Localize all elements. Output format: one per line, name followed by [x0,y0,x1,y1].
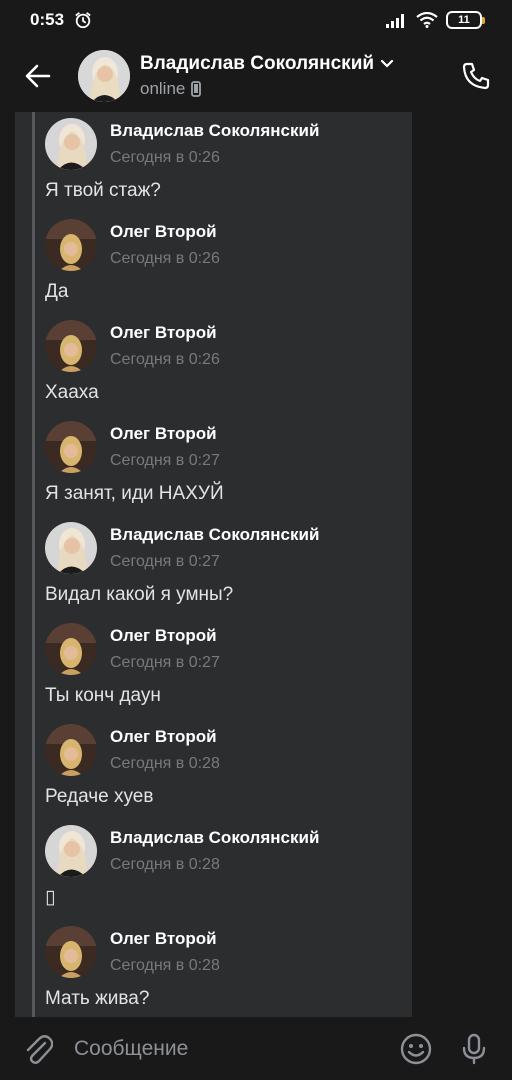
forwarded-message[interactable]: Олег Второй Сегодня в 0:27 Ты конч даун [15,617,412,718]
author-avatar[interactable] [45,118,97,170]
message-date: Сегодня в 0:26 [110,250,220,267]
back-arrow-icon [25,64,51,88]
voice-button[interactable] [454,1029,494,1069]
author-avatar[interactable] [45,623,97,675]
message-author[interactable]: Олег Второй [110,424,220,444]
message-text: Я твой стаж? [45,180,161,201]
message-date: Сегодня в 0:26 [110,149,220,166]
status-bar: 0:53 11 [0,0,512,40]
call-button[interactable] [458,58,494,94]
message-author[interactable]: Олег Второй [110,222,220,242]
paperclip-icon [26,1034,53,1064]
author-avatar[interactable] [45,522,97,574]
message-date: Сегодня в 0:28 [110,957,220,974]
attach-button[interactable] [18,1029,58,1069]
message-author[interactable]: Олег Второй [110,323,220,343]
message-text: Видал какой я умны? [45,584,234,605]
forwarded-message[interactable]: Олег Второй Сегодня в 0:28 Редаче хуев [15,718,412,819]
message-author[interactable]: Владислав Соколянский [110,121,319,141]
contact-avatar[interactable] [78,50,130,102]
message-text: Мать жива? [45,988,150,1009]
chat-header: Владислав Соколянский online [0,40,512,112]
message-input[interactable] [74,1026,396,1071]
battery-icon: 11 [446,11,485,29]
forwarded-message[interactable]: Олег Второй Сегодня в 0:27 Я занят, иди НА… [15,415,412,516]
back-button[interactable] [20,58,56,94]
mobile-icon [191,81,202,97]
message-date: Сегодня в 0:26 [110,351,220,368]
message-date: Сегодня в 0:28 [110,856,220,873]
message-text: Я занят, иди НАХУЙ [45,483,224,504]
author-avatar[interactable] [45,825,97,877]
author-avatar[interactable] [45,219,97,271]
contact-name-text: Владислав Соколянский [140,53,375,74]
message-author[interactable]: Владислав Соколянский [110,525,319,545]
message-author[interactable]: Олег Второй [110,727,220,747]
forwarded-message[interactable]: Олег Второй Сегодня в 0:26 Да [15,213,412,314]
message-date: Сегодня в 0:27 [110,452,220,469]
phone-icon [462,62,490,90]
microphone-icon [462,1033,486,1064]
contact-name[interactable]: Владислав Соколянский [140,53,458,75]
message-date: Сегодня в 0:27 [110,553,220,570]
message-date: Сегодня в 0:27 [110,654,220,671]
message-date: Сегодня в 0:28 [110,755,220,772]
battery-level: 11 [458,14,470,26]
smile-icon [400,1033,432,1064]
message-text: Редаче хуев [45,786,154,807]
wifi-icon [416,12,438,28]
forwarded-message[interactable]: Владислав Соколянский Сегодня в 0:27 Видал… [15,516,412,617]
author-avatar[interactable] [45,724,97,776]
status-time: 0:53 [30,10,65,29]
chevron-down-icon [380,59,394,68]
message-author[interactable]: Олег Второй [110,929,220,949]
author-avatar[interactable] [45,320,97,372]
alarm-icon [75,12,91,29]
author-avatar[interactable] [45,421,97,473]
forwarded-message[interactable]: Олег Второй Сегодня в 0:26 Хааха [15,314,412,415]
message-text: Ты конч даун [45,685,161,706]
forwarded-message[interactable]: Владислав Соколянский Сегодня в 0:26 Я тво… [15,112,412,213]
contact-status: online [140,79,186,98]
forwarded-message[interactable]: Олег Второй Сегодня в 0:28 Мать жива? [15,920,412,1017]
forwarded-message[interactable]: Владислав Соколянский Сегодня в 0:28 ▯ [15,819,412,920]
message-author[interactable]: Олег Второй [110,626,220,646]
composer [0,1017,512,1080]
signal-icon [386,14,404,28]
message-author[interactable]: Владислав Соколянский [110,828,319,848]
message-text: Да [45,281,69,302]
forwarded-messages[interactable]: Владислав Соколянский Сегодня в 0:26 Я тво… [15,112,412,1017]
message-text: ▯ [45,887,56,908]
emoji-button[interactable] [396,1029,436,1069]
author-avatar[interactable] [45,926,97,978]
message-text: Хааха [45,382,99,403]
